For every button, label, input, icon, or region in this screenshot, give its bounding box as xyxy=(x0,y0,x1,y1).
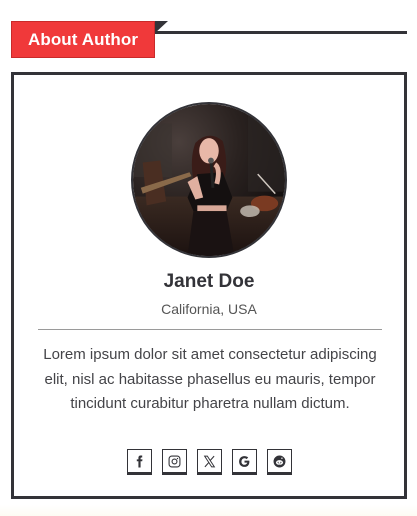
author-name: Janet Doe xyxy=(163,271,255,292)
header-rule xyxy=(155,31,407,34)
page-bottom xyxy=(0,505,417,516)
x-twitter-link[interactable] xyxy=(197,449,222,475)
divider xyxy=(38,329,382,330)
facebook-icon xyxy=(136,455,143,467)
instagram-link[interactable] xyxy=(162,449,187,475)
facebook-link[interactable] xyxy=(127,449,152,475)
google-icon xyxy=(239,455,250,467)
author-photo xyxy=(133,104,285,256)
author-card: Janet Doe California, USA Lorem ipsum do… xyxy=(11,72,407,499)
instagram-icon xyxy=(168,455,181,467)
x-twitter-icon xyxy=(203,455,216,467)
social-links xyxy=(127,449,292,475)
widget-title: About Author xyxy=(11,21,155,58)
author-bio: Lorem ipsum dolor sit amet consectetur a… xyxy=(43,346,377,412)
author-location: California, USA xyxy=(161,301,257,317)
header-rule-corner xyxy=(154,21,168,34)
about-author-widget: About Author Janet Doe California, USA L… xyxy=(0,0,417,516)
google-link[interactable] xyxy=(232,449,257,475)
reddit-icon xyxy=(273,455,286,467)
reddit-link[interactable] xyxy=(267,449,292,475)
author-avatar xyxy=(131,102,287,258)
